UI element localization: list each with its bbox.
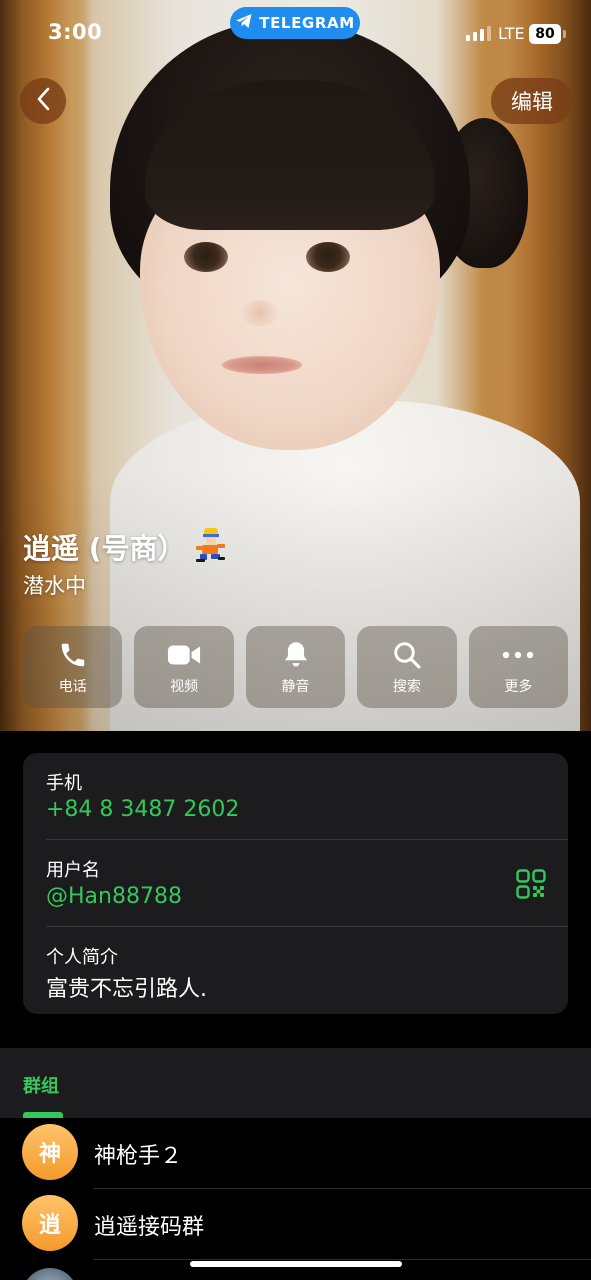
battery-tip [563, 30, 566, 38]
network-type: LTE [498, 24, 525, 43]
telegram-pill[interactable]: TELEGRAM [230, 7, 360, 39]
video-button[interactable]: 视频 [134, 626, 234, 708]
list-item[interactable]: 神 神枪手２ [0, 1118, 591, 1189]
avatar[interactable] [22, 1268, 78, 1280]
edit-button[interactable]: 编辑 [491, 78, 573, 124]
group-name: 神枪手２ [94, 1144, 183, 1169]
qr-code-icon[interactable] [516, 869, 546, 899]
call-button-label: 电话 [58, 679, 87, 695]
profile-status: 潜水中 [23, 574, 86, 598]
search-button-label: 搜索 [392, 679, 421, 695]
cellular-signal-icon [466, 26, 491, 41]
phone-value[interactable]: +84 8 3487 2602 [46, 797, 239, 822]
photo-eye-left [184, 242, 228, 272]
search-button[interactable]: 搜索 [357, 626, 457, 708]
home-indicator[interactable] [190, 1261, 402, 1267]
divider [94, 1259, 591, 1260]
more-icon [501, 638, 535, 672]
profile-name-row: 逍遥 (号商） [23, 526, 228, 568]
bell-icon [279, 638, 313, 672]
bio-label: 个人简介 [46, 947, 118, 968]
telegram-pill-label: TELEGRAM [259, 14, 355, 32]
more-button[interactable]: 更多 [468, 626, 569, 708]
telegram-plane-icon [235, 13, 253, 33]
more-button-label: 更多 [504, 679, 533, 695]
photo-nose [240, 300, 280, 326]
group-name: 逍遥接码群 [94, 1215, 205, 1240]
info-card: 手机 +84 8 3487 2602 用户名 @Han88788 个人简介 富贵… [23, 753, 568, 1014]
phone-row[interactable]: 手机 +84 8 3487 2602 [23, 753, 568, 840]
status-bar: 3:00 TELEGRAM LTE 80 [0, 0, 591, 60]
groups-tab[interactable]: 群组 [23, 1072, 59, 1098]
username-value[interactable]: @Han88788 [46, 884, 182, 909]
running-ninja-emoji-icon [192, 526, 228, 568]
video-button-label: 视频 [170, 679, 199, 695]
search-icon [390, 638, 424, 672]
username-row[interactable]: 用户名 @Han88788 [23, 840, 568, 927]
phone-icon [56, 638, 90, 672]
username-label: 用户名 [46, 860, 100, 881]
mute-button[interactable]: 静音 [245, 626, 346, 708]
action-buttons: 电话 视频 静音 搜索 更多 [23, 626, 569, 708]
avatar: 神 [22, 1124, 78, 1180]
list-item[interactable]: 逍 逍遥接码群 [0, 1189, 591, 1260]
call-button[interactable]: 电话 [23, 626, 123, 708]
clock: 3:00 [48, 20, 103, 44]
video-icon [167, 638, 201, 672]
photo-eye-right [306, 242, 350, 272]
bio-row: 个人简介 富贵不忘引路人. [23, 927, 568, 1014]
back-button[interactable] [20, 78, 66, 124]
photo-mouth [222, 356, 302, 374]
phone-label: 手机 [46, 773, 82, 794]
profile-name: 逍遥 (号商） [23, 532, 186, 565]
battery-icon: 80 [529, 24, 561, 44]
group-list: 神 神枪手２ 逍 逍遥接码群 [0, 1118, 591, 1280]
bio-value: 富贵不忘引路人. [46, 977, 207, 1002]
mute-button-label: 静音 [281, 679, 310, 695]
avatar: 逍 [22, 1195, 78, 1251]
chevron-left-icon [36, 87, 50, 115]
